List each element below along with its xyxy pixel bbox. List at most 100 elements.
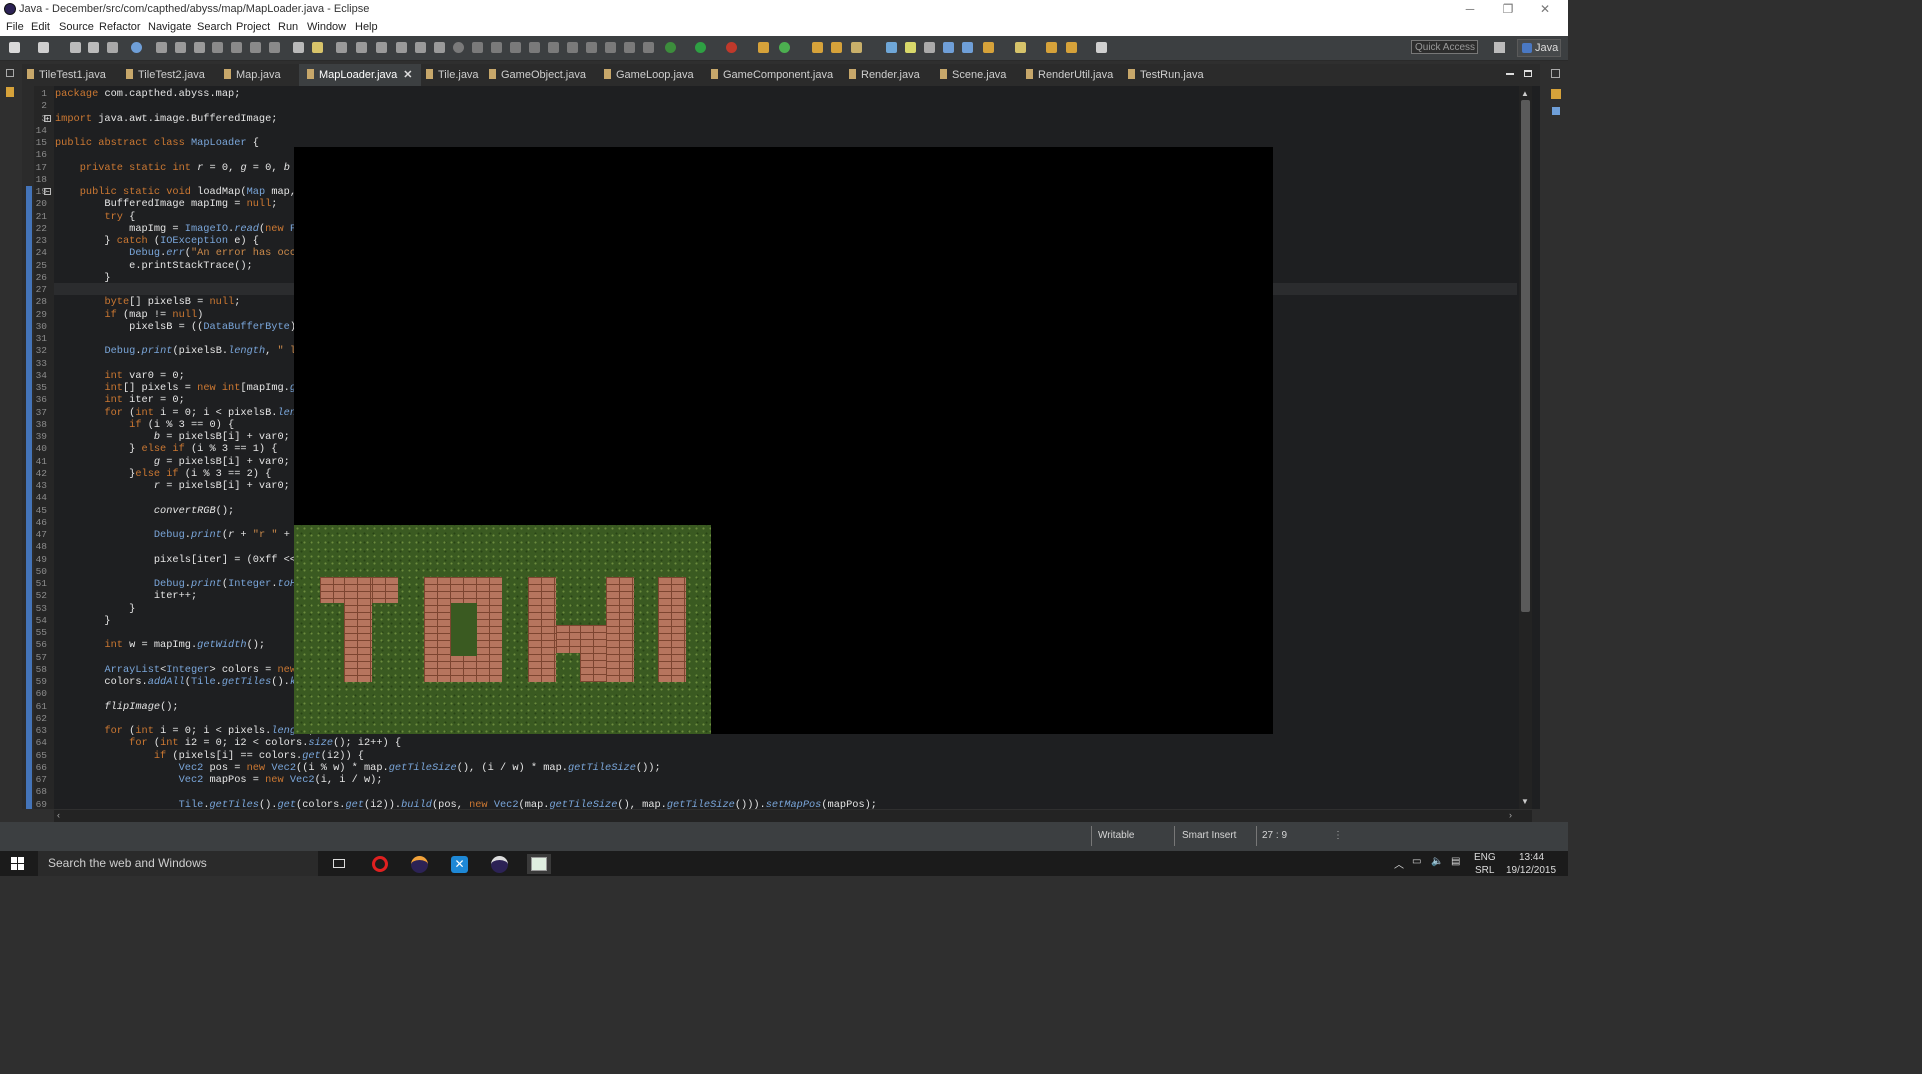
code-line[interactable]: for (int i = 0; i < pixels.length; bbox=[55, 725, 314, 737]
save-all-icon[interactable] bbox=[88, 42, 99, 53]
restore-right-view-icon[interactable] bbox=[1551, 69, 1560, 78]
tab-tiletest2[interactable]: TileTest2.java bbox=[126, 64, 205, 86]
scroll-up-icon[interactable]: ▲ bbox=[1521, 89, 1529, 98]
code-line[interactable]: int[] pixels = new int[mapImg.getH bbox=[55, 382, 314, 394]
task-icon[interactable] bbox=[886, 42, 897, 53]
open-folder-icon-1[interactable] bbox=[812, 42, 823, 53]
open-task-icon[interactable] bbox=[312, 42, 323, 53]
code-line[interactable]: private static int r = 0, g = 0, b = 0 bbox=[55, 162, 315, 174]
package-explorer-icon[interactable] bbox=[6, 87, 14, 97]
tab-render[interactable]: Render.java bbox=[849, 64, 920, 86]
java-app-window-icon[interactable] bbox=[527, 854, 551, 874]
taskbar-search-box[interactable]: Search the web and Windows bbox=[38, 851, 318, 876]
shape-icon-4[interactable] bbox=[510, 42, 521, 53]
suspend-icon[interactable] bbox=[175, 42, 186, 53]
java-perspective-button[interactable]: Java bbox=[1517, 39, 1561, 57]
open-folder-icon-2[interactable] bbox=[831, 42, 842, 53]
clock-time[interactable]: 13:44 bbox=[1519, 852, 1544, 863]
tab-maploader[interactable]: MapLoader.java ✕ bbox=[299, 64, 421, 86]
task-view-icon[interactable] bbox=[330, 854, 352, 874]
last-edit-icon[interactable] bbox=[1046, 42, 1057, 53]
opera-browser-icon[interactable] bbox=[369, 854, 391, 874]
clock-date[interactable]: 19/12/2015 bbox=[1506, 865, 1556, 876]
code-line[interactable]: Debug.print(pixelsB.length, " leng bbox=[55, 345, 314, 357]
code-line[interactable]: Debug.print(r + "r " + g + bbox=[55, 529, 315, 541]
volume-icon[interactable]: 🔈 bbox=[1431, 856, 1443, 867]
shape-icon-7[interactable] bbox=[567, 42, 578, 53]
outline-icon[interactable] bbox=[1551, 89, 1561, 99]
show-whitespace-icon[interactable] bbox=[962, 42, 973, 53]
next-annotation-icon[interactable] bbox=[983, 42, 994, 53]
restore-view-icon[interactable] bbox=[6, 69, 14, 77]
code-line[interactable]: package com.capthed.abyss.map; bbox=[55, 88, 240, 100]
new-package-icon[interactable] bbox=[779, 42, 790, 53]
resume-icon[interactable] bbox=[156, 42, 167, 53]
align-icon-5[interactable] bbox=[415, 42, 426, 53]
tray-chevron-icon[interactable]: ︿ bbox=[1394, 856, 1404, 871]
new-java-project-icon[interactable] bbox=[758, 42, 769, 53]
code-line[interactable]: public abstract class MapLoader { bbox=[55, 137, 259, 149]
skip-breakpoints-icon[interactable] bbox=[131, 42, 142, 53]
tab-scene[interactable]: Scene.java bbox=[940, 64, 1006, 86]
tab-map[interactable]: Map.java bbox=[224, 64, 281, 86]
code-line[interactable]: Debug.err("An error has occure bbox=[55, 247, 314, 259]
code-line[interactable]: Tile.getTiles().get(colors.get(i2)).buil… bbox=[55, 799, 877, 811]
shape-icon-11[interactable] bbox=[643, 42, 654, 53]
code-line[interactable]: r = pixelsB[i] + var0; bbox=[55, 480, 290, 492]
open-type-icon[interactable] bbox=[293, 42, 304, 53]
close-button[interactable]: ✕ bbox=[1522, 0, 1568, 19]
code-line[interactable]: mapImg = ImageIO.read(new File bbox=[55, 223, 314, 235]
open-icon[interactable] bbox=[38, 42, 49, 53]
keyboard-layout[interactable]: SRL bbox=[1475, 865, 1494, 876]
code-line[interactable]: } catch (IOException e) { bbox=[55, 235, 259, 247]
code-line[interactable]: } bbox=[55, 272, 110, 284]
code-line[interactable]: try { bbox=[55, 211, 135, 223]
code-line[interactable]: ArrayList<Integer> colors = new Ar bbox=[55, 664, 314, 676]
align-icon-3[interactable] bbox=[376, 42, 387, 53]
task-list-icon[interactable] bbox=[1552, 107, 1560, 115]
horizontal-scrollbar[interactable] bbox=[54, 810, 1532, 822]
step-return-icon[interactable] bbox=[269, 42, 280, 53]
code-line[interactable]: for (int i2 = 0; i2 < colors.size(); i2+… bbox=[55, 737, 401, 749]
code-line[interactable]: g = pixelsB[i] + var0; bbox=[55, 456, 290, 468]
code-line[interactable]: pixelsB = ((DataBufferByte) ma bbox=[55, 321, 314, 333]
save-icon[interactable] bbox=[70, 42, 81, 53]
menu-run[interactable]: Run bbox=[278, 21, 298, 33]
code-line[interactable]: if (map != null) bbox=[55, 309, 203, 321]
fold-expand-icon[interactable]: + bbox=[44, 115, 51, 123]
debug-icon[interactable] bbox=[665, 42, 676, 53]
code-line[interactable]: public static void loadMap(Map map, St bbox=[55, 186, 315, 198]
new-icon[interactable] bbox=[9, 42, 20, 53]
run-icon[interactable] bbox=[695, 42, 706, 53]
code-line[interactable]: } bbox=[55, 603, 135, 615]
tab-gameobject[interactable]: GameObject.java bbox=[489, 64, 586, 86]
disconnect-icon[interactable] bbox=[212, 42, 223, 53]
previous-annotation-icon[interactable] bbox=[1015, 42, 1026, 53]
menu-file[interactable]: File bbox=[6, 21, 24, 33]
code-line[interactable]: for (int i = 0; i < pixelsB.length bbox=[55, 407, 314, 419]
print-icon[interactable] bbox=[107, 42, 118, 53]
shape-icon-3[interactable] bbox=[491, 42, 502, 53]
tab-testrun[interactable]: TestRun.java bbox=[1128, 64, 1204, 86]
back-icon[interactable] bbox=[1066, 42, 1077, 53]
shape-icon-6[interactable] bbox=[548, 42, 559, 53]
code-line[interactable]: if (i % 3 == 0) { bbox=[55, 419, 234, 431]
quick-access-input[interactable]: Quick Access bbox=[1411, 40, 1478, 54]
shape-icon-2[interactable] bbox=[472, 42, 483, 53]
menu-edit[interactable]: Edit bbox=[31, 21, 50, 33]
menu-source[interactable]: Source bbox=[59, 21, 94, 33]
network-icon[interactable]: ▭ bbox=[1412, 856, 1421, 867]
scroll-left-icon[interactable]: ‹ bbox=[57, 810, 60, 820]
tab-gamecomponent[interactable]: GameComponent.java bbox=[711, 64, 833, 86]
code-line[interactable]: } bbox=[55, 615, 110, 627]
step-into-icon[interactable] bbox=[231, 42, 242, 53]
code-line[interactable]: Debug.print(Integer.toHexS bbox=[55, 578, 315, 590]
tab-tile[interactable]: Tile.java bbox=[426, 64, 479, 86]
highlight-icon[interactable] bbox=[905, 42, 916, 53]
wand-icon[interactable] bbox=[851, 42, 862, 53]
open-perspective-icon[interactable] bbox=[1494, 42, 1505, 53]
scroll-right-icon[interactable]: › bbox=[1509, 810, 1512, 820]
code-line[interactable]: Vec2 pos = new Vec2((i % w) * map.getTil… bbox=[55, 762, 661, 774]
windows-start-icon[interactable] bbox=[11, 857, 25, 871]
tab-renderutil[interactable]: RenderUtil.java bbox=[1026, 64, 1113, 86]
